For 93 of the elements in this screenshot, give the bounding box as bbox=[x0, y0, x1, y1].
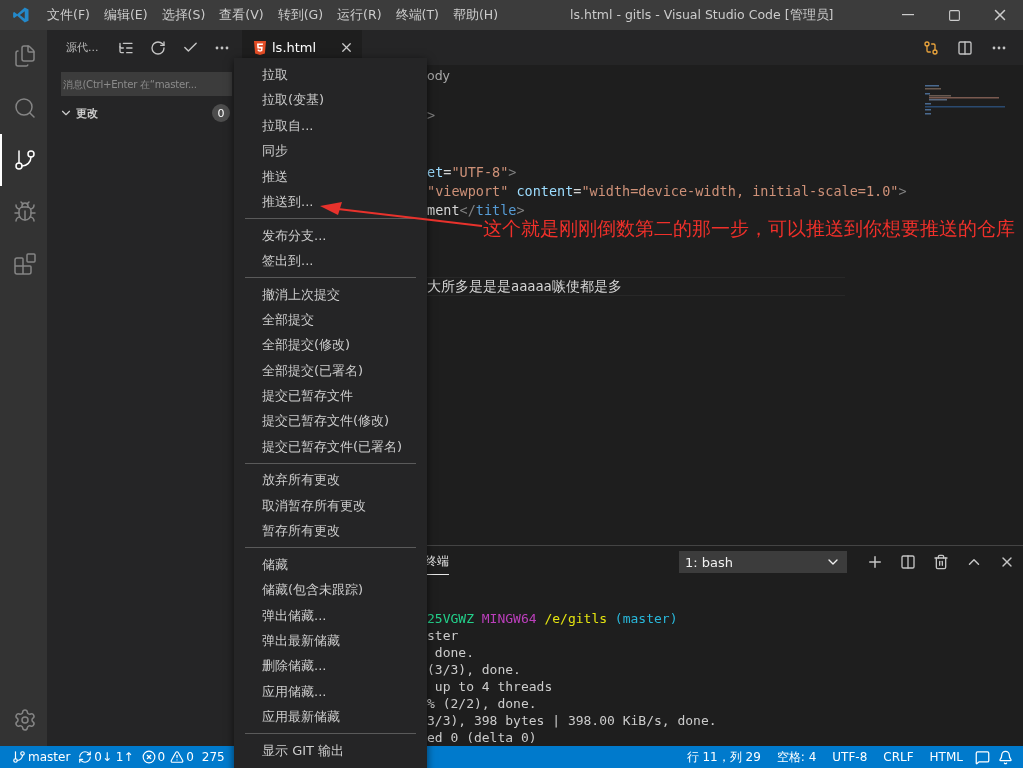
menu-item[interactable]: 提交已暂存文件(已署名) bbox=[234, 433, 427, 460]
menu-item[interactable]: 发布分支... bbox=[234, 222, 427, 248]
problems-status[interactable]: 0 0 bbox=[137, 746, 198, 768]
menu-item[interactable]: 弹出最新储藏 bbox=[234, 627, 427, 654]
menu-item[interactable]: 全部提交(已署名) bbox=[234, 357, 427, 384]
terminal-line: up to 4 threads bbox=[433, 678, 554, 695]
status-item[interactable]: UTF-8 bbox=[824, 746, 876, 768]
menu-item[interactable]: 显示 GIT 输出 bbox=[234, 737, 427, 764]
gear-icon bbox=[12, 708, 37, 732]
more-icon bbox=[992, 45, 1006, 50]
blocks-icon bbox=[12, 252, 37, 276]
code-line: > bbox=[427, 107, 436, 123]
sync-icon bbox=[78, 750, 93, 764]
status-item[interactable]: HTML bbox=[921, 746, 971, 768]
status-item[interactable]: 空格: 4 bbox=[768, 746, 825, 768]
maximize-icon bbox=[947, 8, 961, 22]
menu-item[interactable]: 应用储藏... bbox=[234, 678, 427, 705]
trash-icon bbox=[933, 554, 949, 570]
menu-bar-item[interactable]: 选择(S) bbox=[154, 0, 213, 30]
menu-item[interactable]: 删除储藏... bbox=[234, 653, 427, 679]
terminal-select[interactable]: 1: bash bbox=[679, 551, 847, 573]
menu-item[interactable]: 弹出储藏... bbox=[234, 602, 427, 628]
branch-status[interactable]: master bbox=[8, 746, 75, 768]
menu-item[interactable]: 应用最新储藏 bbox=[234, 704, 427, 730]
menu-item[interactable]: 放弃所有更改 bbox=[234, 467, 427, 493]
menu-item[interactable]: 全部提交 bbox=[234, 306, 427, 333]
terminal-line: ster bbox=[427, 627, 460, 644]
warning-count: 0 bbox=[186, 750, 194, 764]
annotation-text: 这个就是刚刚倒数第二的那一步，可以推送到你想要推送的仓库 bbox=[483, 217, 1015, 241]
menu-bar-item[interactable]: 终端(T) bbox=[388, 0, 446, 30]
branch-icon bbox=[12, 750, 26, 764]
error-count: 0 bbox=[157, 750, 166, 764]
branch-name: master bbox=[28, 750, 71, 764]
code-line: et="UTF-8"> bbox=[427, 164, 517, 180]
menu-item[interactable]: 提交已暂存文件 bbox=[234, 383, 427, 409]
sync-counts: 0↓ 1↑ bbox=[94, 750, 134, 764]
menu-item[interactable]: 提交已暂存文件(修改) bbox=[234, 408, 427, 434]
terminal-line: % (2/2), done. bbox=[427, 695, 538, 712]
menu-item[interactable]: 推送 bbox=[234, 163, 427, 189]
error-icon bbox=[141, 750, 156, 764]
source-control-icon bbox=[12, 148, 37, 172]
terminal-line: done. bbox=[433, 644, 475, 661]
menu-bar-item[interactable]: 转到(G) bbox=[270, 0, 331, 30]
minimize-icon bbox=[902, 14, 914, 16]
menu-item[interactable]: 暂存所有更改 bbox=[234, 518, 427, 544]
bell-icon[interactable] bbox=[998, 749, 1013, 765]
split-icon bbox=[957, 39, 973, 56]
search-icon bbox=[12, 96, 37, 120]
menu-bar-item[interactable]: 编辑(E) bbox=[96, 0, 155, 30]
split-icon bbox=[900, 554, 916, 570]
plus-icon bbox=[866, 553, 884, 571]
more-icon bbox=[215, 45, 229, 50]
code-line: 大所多是是是aaaaa嗾使都是多 bbox=[427, 278, 622, 294]
menu-item[interactable]: 取消暂存所有更改 bbox=[234, 492, 427, 519]
code-line: ment</title> bbox=[427, 202, 525, 218]
sync-status[interactable]: 0↓ 1↑ bbox=[74, 746, 138, 768]
status-item[interactable]: CRLF bbox=[875, 746, 922, 768]
menu-bar-item[interactable]: 运行(R) bbox=[330, 0, 389, 30]
refresh-icon bbox=[150, 39, 166, 56]
feedback-icon[interactable] bbox=[975, 749, 990, 765]
terminal-line: (3/3), done. bbox=[427, 661, 522, 678]
menu-item[interactable]: 拉取 bbox=[234, 62, 427, 88]
breadcrumb[interactable]: ody bbox=[427, 65, 450, 87]
menu-item[interactable]: 拉取(变基) bbox=[234, 87, 427, 113]
menu-item[interactable]: 储藏 bbox=[234, 551, 427, 578]
menu-item[interactable]: 拉取自... bbox=[234, 112, 427, 139]
commit-message-field[interactable]: 消息(Ctrl+Enter 在“master... bbox=[61, 72, 232, 96]
terminal-line: 25VGWZ MINGW64 /e/gitls (master) bbox=[427, 610, 679, 627]
menu-item[interactable]: 同步 bbox=[234, 138, 427, 164]
sidebar-title: 源代... bbox=[66, 40, 100, 55]
compare-icon bbox=[923, 39, 939, 56]
status-text[interactable]: 275 bbox=[197, 746, 229, 768]
menu-bar-item[interactable]: 文件(F) bbox=[40, 0, 97, 30]
status-item[interactable]: 行 11，列 29 bbox=[678, 746, 769, 768]
menu-bar-item[interactable]: 查看(V) bbox=[212, 0, 271, 30]
menu-bar-item[interactable]: 帮助(H) bbox=[445, 0, 506, 30]
menu-item[interactable]: 全部提交(修改) bbox=[234, 332, 427, 358]
section-label[interactable]: 更改 bbox=[76, 105, 98, 121]
files-icon bbox=[12, 44, 37, 68]
menu-item[interactable]: 储藏(包含未跟踪) bbox=[234, 577, 427, 603]
terminal-line: ed 0 (delta 0) bbox=[427, 729, 538, 746]
count-badge: 0 bbox=[212, 104, 230, 122]
bug-icon bbox=[12, 200, 37, 224]
code-line: "viewport" content="width=device-width, initial-scale=1.0"> bbox=[427, 183, 907, 199]
menu-item[interactable]: 撤消上次提交 bbox=[234, 281, 427, 307]
close-icon[interactable] bbox=[339, 40, 354, 55]
html-file-icon bbox=[254, 40, 266, 55]
menu-item[interactable]: 签出到... bbox=[234, 247, 427, 274]
terminal-line: 3/3), 398 bytes | 398.00 KiB/s, done. bbox=[427, 712, 718, 729]
warning-icon bbox=[170, 750, 185, 764]
app-logo bbox=[12, 6, 30, 24]
window-title: ls.html - gitls - Visual Studio Code [管理员] bbox=[570, 6, 834, 24]
menu-item[interactable]: 推送到... bbox=[234, 188, 427, 215]
